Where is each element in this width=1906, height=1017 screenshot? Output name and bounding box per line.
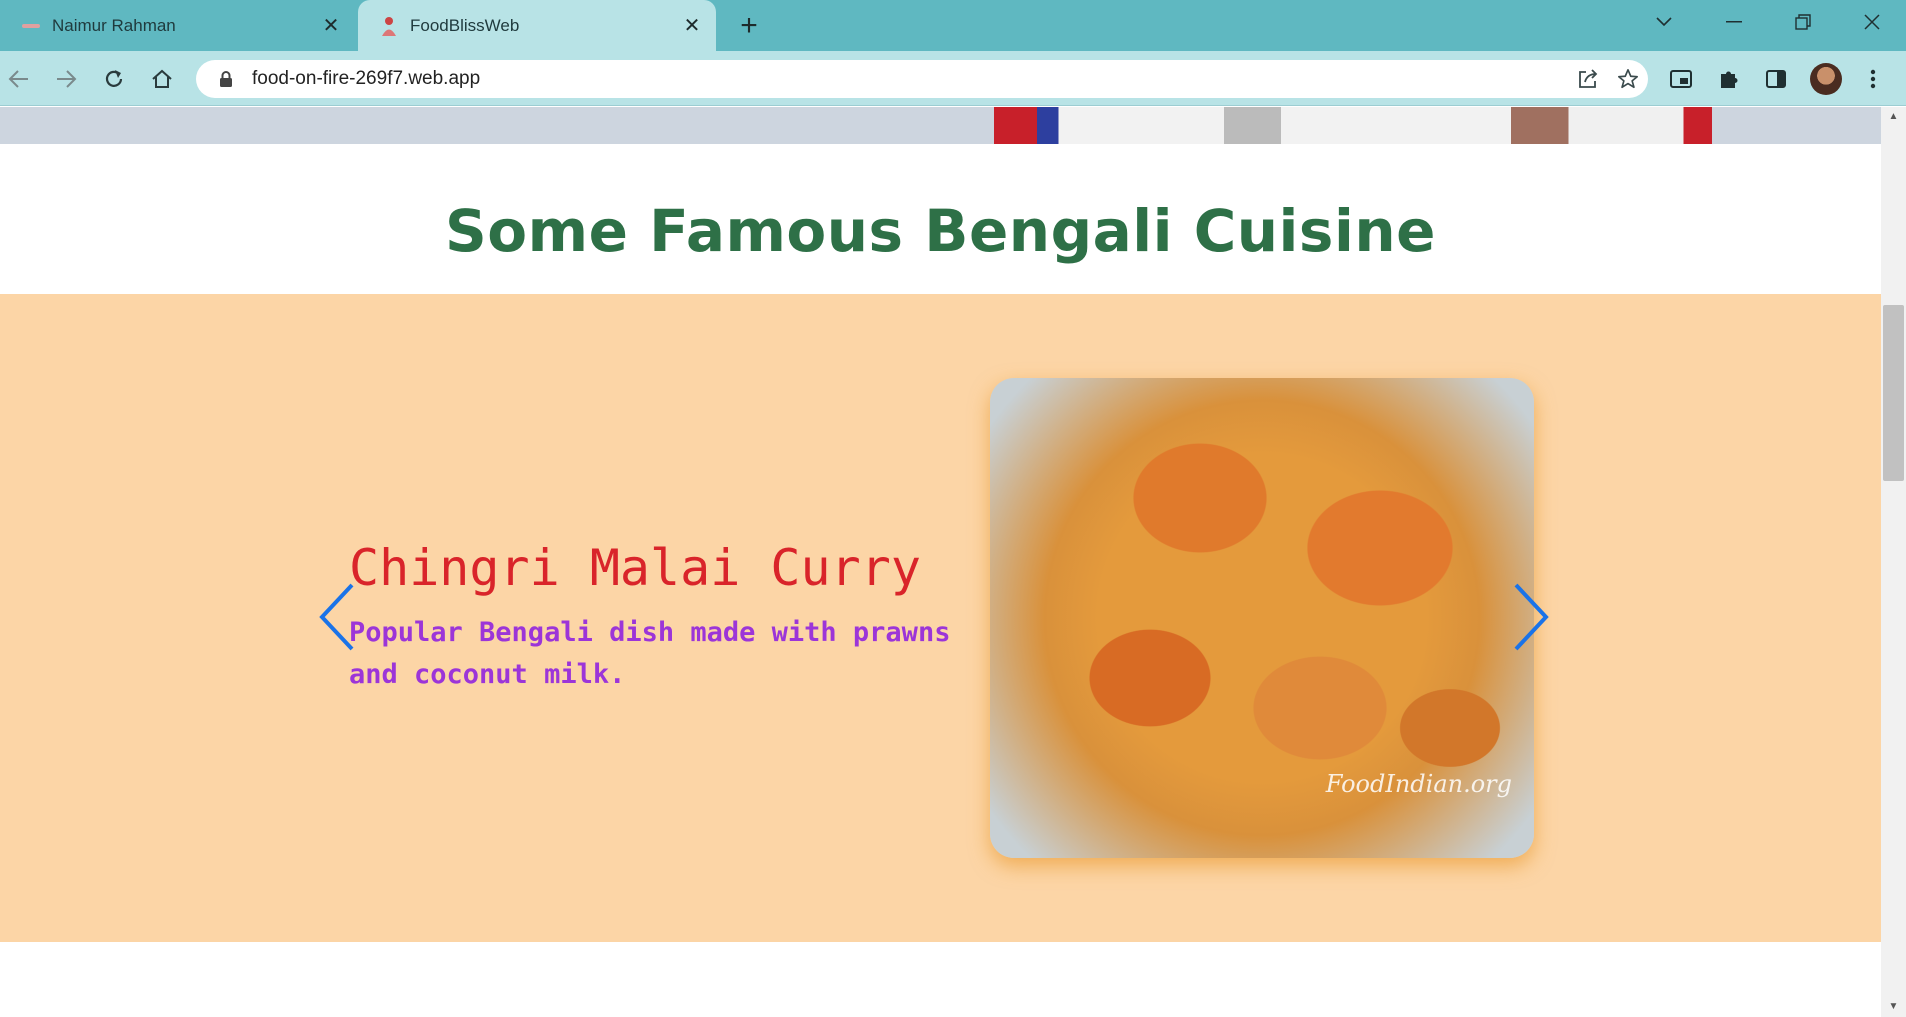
profile-avatar[interactable]: [1810, 63, 1842, 95]
new-tab-button[interactable]: +: [733, 9, 765, 42]
kebab-menu-icon[interactable]: [1858, 64, 1888, 94]
back-icon[interactable]: [3, 63, 35, 95]
reload-icon[interactable]: [98, 63, 130, 95]
dish-description: Popular Bengali dish made with prawns an…: [349, 617, 951, 690]
carousel-next-button[interactable]: [1510, 581, 1550, 653]
image-watermark: FoodIndian.org: [1325, 770, 1512, 798]
url-text[interactable]: food-on-fire-269f7.web.app: [252, 68, 1568, 90]
browser-toolbar: food-on-fire-269f7.web.app: [0, 51, 1906, 106]
cuisine-carousel: Chingri Malai Curry Popular Bengali dish…: [0, 294, 1881, 942]
tab-label: FoodBlissWeb: [410, 15, 520, 35]
dish-image: FoodIndian.org: [990, 378, 1534, 858]
scroll-up-icon[interactable]: ▲: [1881, 111, 1906, 125]
forward-icon[interactable]: [50, 63, 82, 95]
star-icon[interactable]: [1608, 68, 1648, 90]
dish-name: Chingri Malai Curry: [349, 539, 921, 597]
chef-favicon-icon: [378, 15, 400, 37]
puzzle-icon[interactable]: [1714, 64, 1744, 94]
tab-strip: Naimur Rahman ✕ FoodBlissWeb ✕ +: [0, 0, 1906, 51]
chevron-right-icon: [1510, 583, 1550, 657]
side-panel-icon[interactable]: [1761, 64, 1791, 94]
address-bar[interactable]: food-on-fire-269f7.web.app: [196, 60, 1648, 98]
carousel-prev-button[interactable]: [318, 581, 358, 653]
site-favicon-icon: [20, 15, 42, 37]
tab-search-icon[interactable]: [1633, 0, 1695, 44]
lock-icon[interactable]: [216, 70, 236, 88]
page-content: Some Famous Bengali Cuisine Chingri Mala…: [0, 107, 1881, 1017]
share-icon[interactable]: [1568, 68, 1608, 90]
restore-icon[interactable]: [1772, 0, 1834, 44]
picture-in-picture-icon[interactable]: [1666, 64, 1696, 94]
tab-naimur-rahman[interactable]: Naimur Rahman ✕: [0, 0, 355, 51]
minimize-icon[interactable]: [1703, 0, 1765, 44]
scroll-down-icon[interactable]: ▼: [1881, 1001, 1906, 1015]
home-icon[interactable]: [146, 63, 178, 95]
page-scrollbar[interactable]: ▲ ▼: [1881, 107, 1906, 1017]
close-window-icon[interactable]: [1841, 0, 1903, 44]
tab-foodblissweb[interactable]: FoodBlissWeb ✕: [358, 0, 716, 51]
hero-image: [994, 107, 1712, 144]
chevron-left-icon: [318, 583, 358, 657]
tab-label: Naimur Rahman: [52, 15, 176, 35]
section-title: Some Famous Bengali Cuisine: [445, 197, 1436, 265]
close-tab-icon[interactable]: ✕: [317, 12, 345, 40]
close-tab-icon[interactable]: ✕: [678, 12, 706, 40]
scrollbar-thumb[interactable]: [1883, 305, 1904, 481]
hero-banner-bottom: [0, 107, 1881, 144]
